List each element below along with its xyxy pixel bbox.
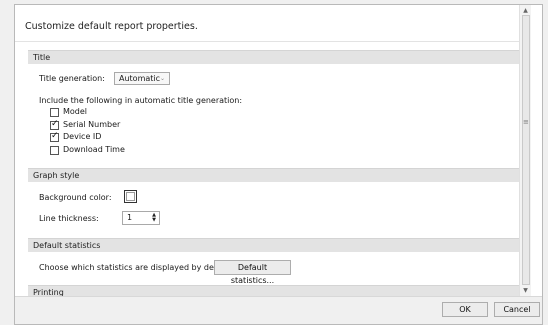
- title-generation-label: Title generation:: [39, 74, 105, 83]
- check-icon: ✓: [51, 131, 59, 141]
- background-color-picker[interactable]: [124, 190, 137, 203]
- scroll-content: Customize default report properties. Tit…: [15, 5, 531, 296]
- checkbox-device-id-label: Device ID: [63, 132, 102, 141]
- scroll-up-icon[interactable]: ▲: [520, 7, 531, 14]
- scrollbar-thumb[interactable]: [522, 15, 530, 285]
- checkbox-serial-number-label: Serial Number: [63, 120, 121, 129]
- dialog-header-text: Customize default report properties.: [25, 21, 198, 32]
- checkbox-model-label: Model: [63, 107, 88, 116]
- title-generation-select[interactable]: Automatic ⌄: [114, 72, 170, 85]
- stepper-down-icon[interactable]: ▼: [152, 218, 156, 223]
- line-thickness-label: Line thickness:: [39, 214, 99, 223]
- checkbox-model[interactable]: [50, 108, 59, 117]
- section-graph-style-header: Graph style: [28, 168, 522, 182]
- line-thickness-value: 1: [127, 213, 133, 222]
- checkbox-download-time[interactable]: [50, 146, 59, 155]
- section-default-statistics-header: Default statistics: [28, 238, 522, 252]
- chevron-down-icon: ⌄: [159, 75, 165, 82]
- ok-button[interactable]: OK: [442, 302, 488, 317]
- title-generation-value: Automatic: [119, 74, 161, 83]
- vertical-scrollbar[interactable]: ▲ ≡ ▼: [519, 5, 531, 296]
- dialog-footer: OK Cancel: [15, 296, 542, 324]
- line-thickness-stepper[interactable]: 1 ▲ ▼: [122, 211, 160, 225]
- checkbox-device-id[interactable]: ✓: [50, 131, 59, 142]
- scroll-down-icon[interactable]: ▼: [520, 287, 531, 294]
- choose-statistics-label: Choose which statistics are displayed by…: [39, 263, 235, 272]
- default-statistics-button[interactable]: Default statistics...: [214, 260, 291, 285]
- background-color-label: Background color:: [39, 193, 112, 202]
- section-printing-header: Printing: [28, 285, 522, 296]
- grip-icon: ≡: [523, 118, 529, 126]
- include-label: Include the following in automatic title…: [39, 96, 243, 105]
- checkbox-download-time-label: Download Time: [63, 145, 125, 154]
- report-properties-dialog: Customize default report properties. Tit…: [14, 4, 543, 325]
- section-title-header: Title: [28, 50, 522, 64]
- cancel-button[interactable]: Cancel: [494, 302, 540, 317]
- checkbox-serial-number[interactable]: ✓: [50, 119, 59, 130]
- check-icon: ✓: [51, 119, 59, 129]
- header-divider: [15, 41, 531, 42]
